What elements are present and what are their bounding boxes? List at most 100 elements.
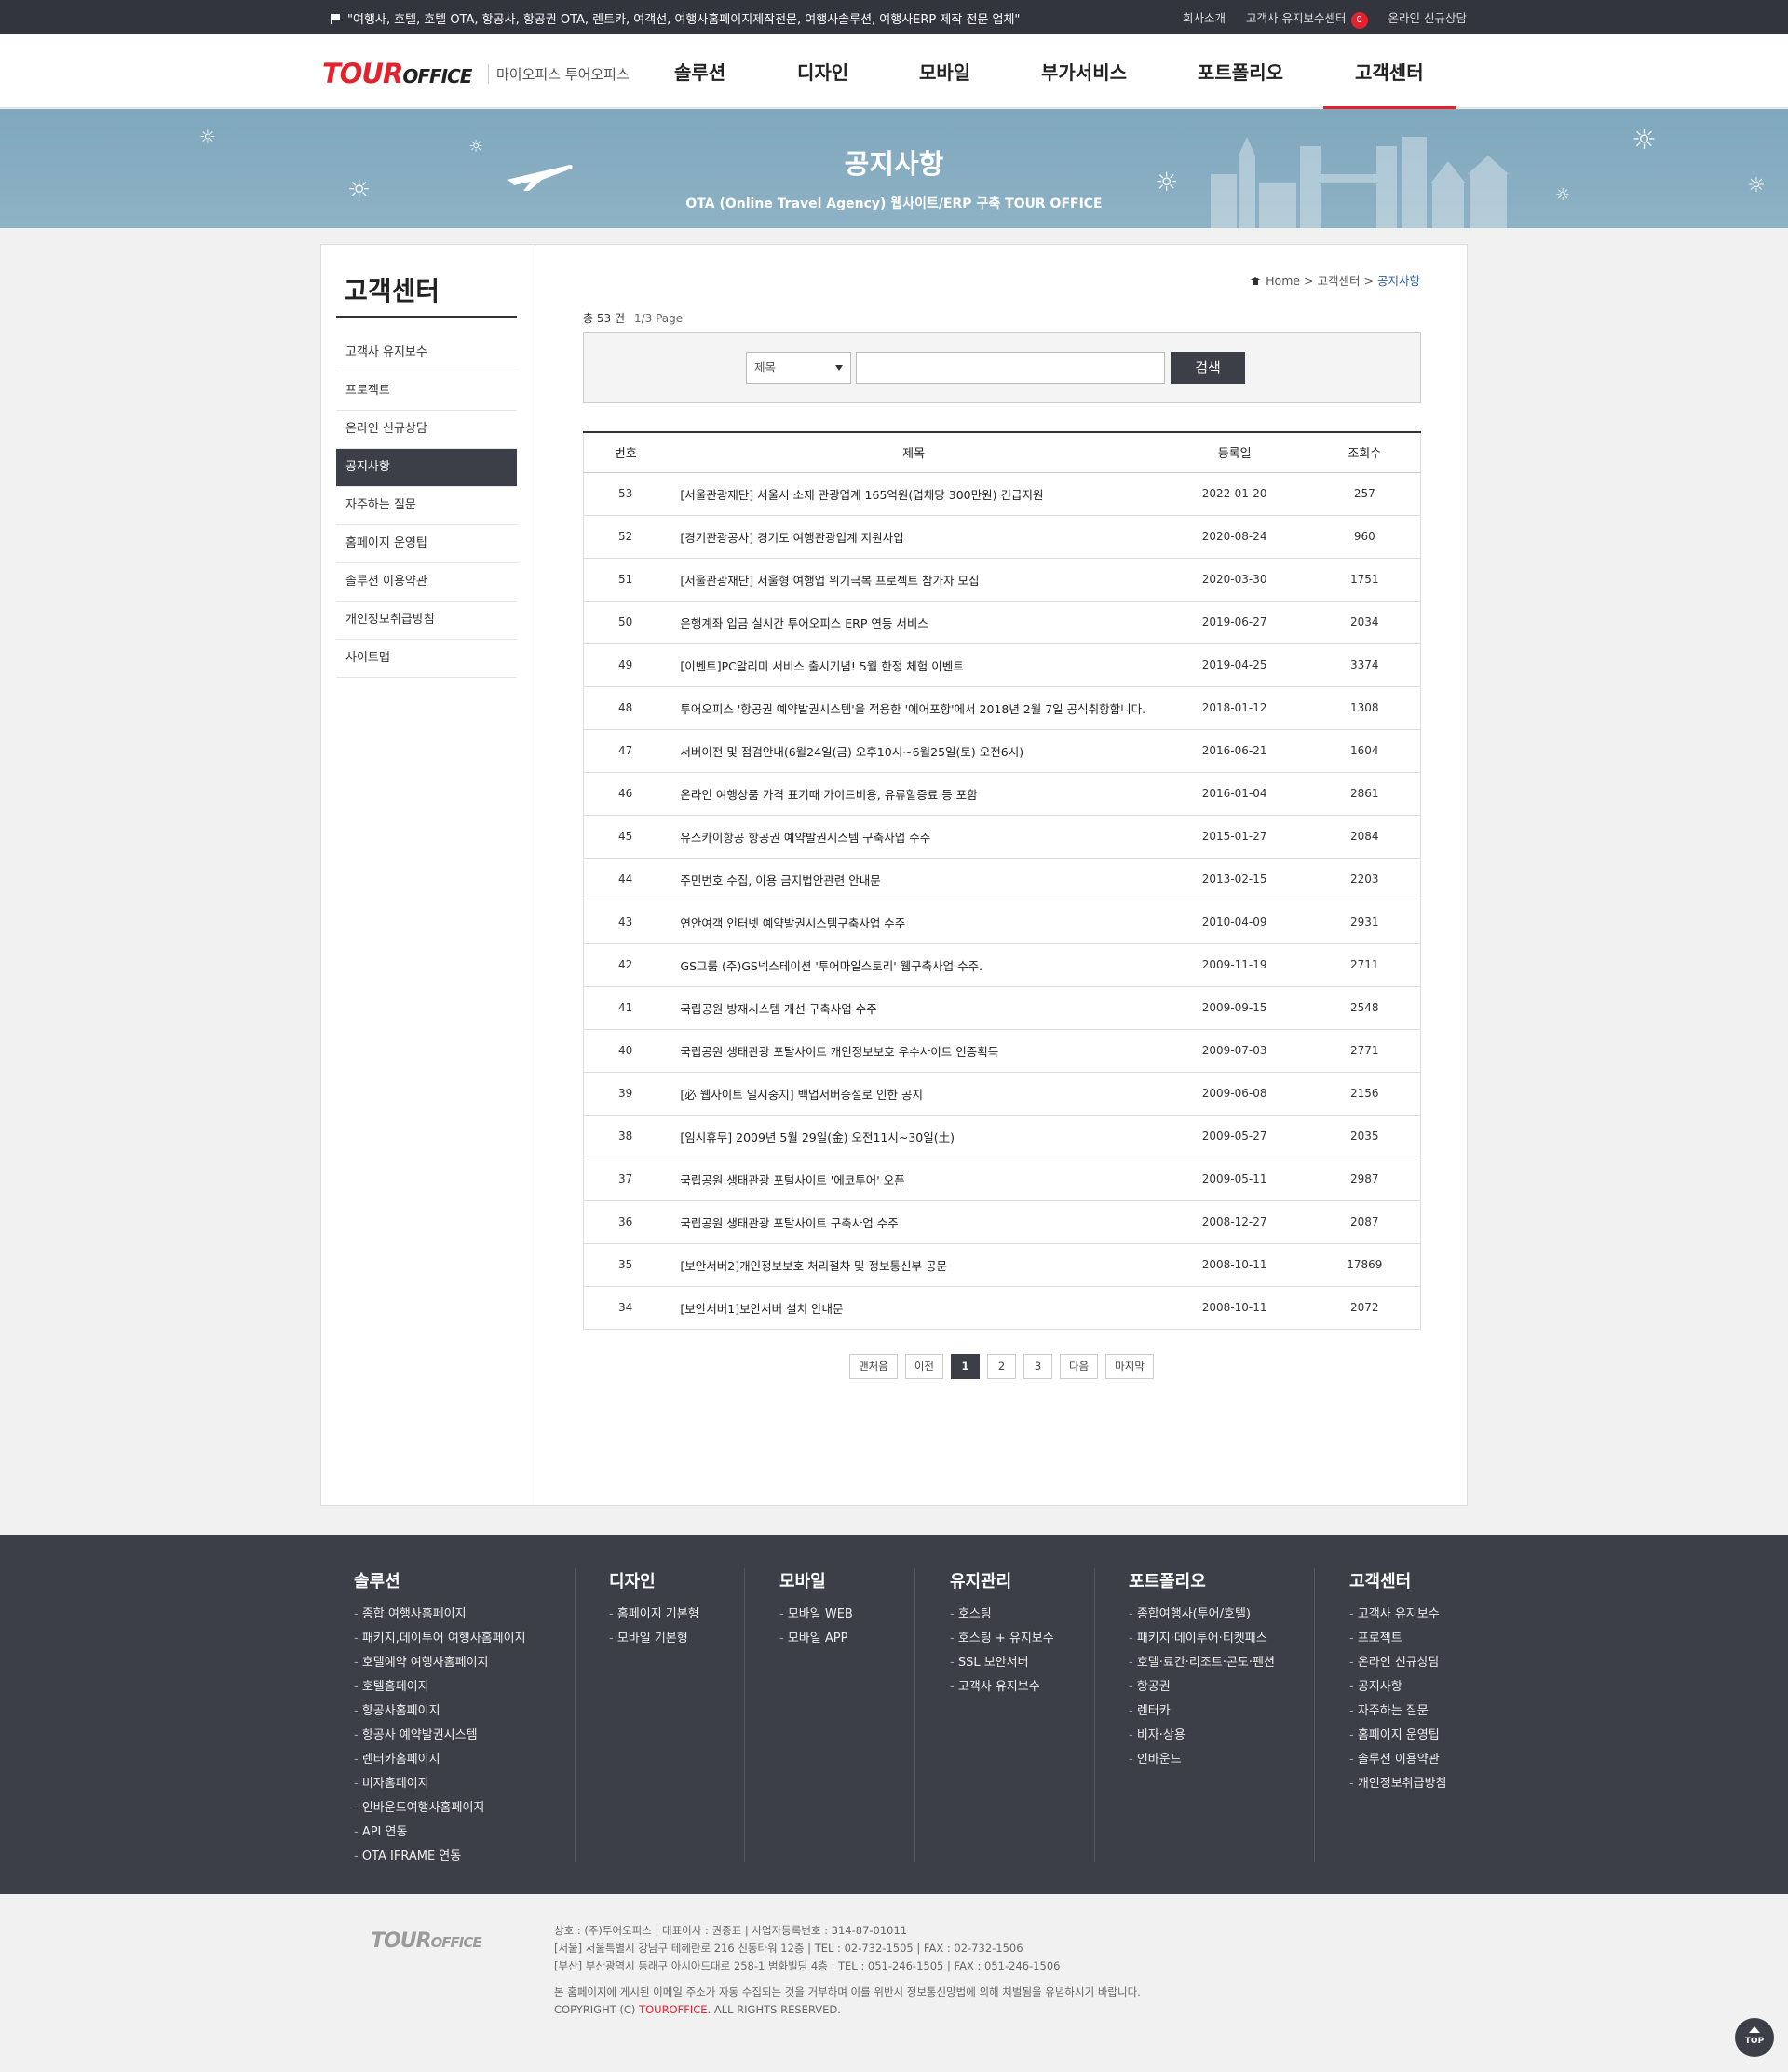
footer-link[interactable]: OTA IFRAME 연동 [354,1845,575,1869]
site-logo[interactable]: TOUROFFICE [322,58,472,89]
cell-title[interactable]: [서울관광재단] 서울형 여행업 위기극복 프로젝트 참가자 모집 [667,558,1160,602]
footer-link[interactable]: 종합여행사(투어/호텔) [1129,1603,1314,1627]
table-row[interactable]: 44 주민번호 수집, 이용 금지법안관련 안내문 2013-02-15 2203 [583,858,1421,901]
cell-title[interactable]: 국립공원 생태관광 포탈사이트 구축사업 수주 [667,1200,1160,1244]
footer-link[interactable]: 패키지·데이투어·티켓패스 [1129,1627,1314,1651]
cell-title[interactable]: 연안여객 인터넷 예약발권시스템구축사업 수주 [667,901,1160,944]
footer-link[interactable]: 비자·상용 [1129,1724,1314,1748]
footer-link[interactable]: 공지사항 [1349,1675,1536,1700]
table-row[interactable]: 52 [경기관광공사] 경기도 여행관광업계 지원사업 2020-08-24 960 [583,515,1421,559]
footer-link[interactable]: 온라인 신규상담 [1349,1651,1536,1675]
page-prev-button[interactable]: 이전 [904,1354,943,1379]
cell-title[interactable]: 국립공원 방재시스템 개선 구축사업 수주 [667,986,1160,1030]
page-number-button[interactable]: 1 [951,1354,980,1379]
cell-title[interactable]: [必 웹사이트 일시중지] 백업서버증설로 인한 공지 [667,1072,1160,1116]
page-number-button[interactable]: 3 [1023,1354,1052,1379]
footer-link[interactable]: 비자홈페이지 [354,1772,575,1796]
cell-title[interactable]: 투어오피스 '항공권 예약발권시스템'을 적용한 '에어포항'에서 2018년 … [667,686,1160,730]
cell-title[interactable]: [서울관광재단] 서울시 소재 관광업계 165억원(업체당 300만원) 긴급… [667,472,1160,516]
table-row[interactable]: 38 [임시휴무] 2009년 5월 29일(金) 오전11시~30일(土) 200… [583,1115,1421,1158]
cell-title[interactable]: 국립공원 생태관광 포탈사이트 개인정보보호 우수사이트 인증획득 [667,1029,1160,1073]
table-row[interactable]: 45 유스카이항공 항공권 예약발권시스템 구축사업 수주 2015-01-27 20… [583,815,1421,859]
breadcrumb-home[interactable]: Home [1266,274,1300,288]
cell-title[interactable]: [보안서버2]개인정보보호 처리절차 및 정보통신부 공문 [667,1243,1160,1287]
cell-title[interactable]: [임시휴무] 2009년 5월 29일(金) 오전11시~30일(土) [667,1115,1160,1158]
footer-link[interactable]: 프로젝트 [1349,1627,1536,1651]
table-row[interactable]: 41 국립공원 방재시스템 개선 구축사업 수주 2009-09-15 2548 [583,986,1421,1030]
cell-title[interactable]: 주민번호 수집, 이용 금지법안관련 안내문 [667,858,1160,901]
table-row[interactable]: 37 국립공원 생태관광 포털사이트 '에코투어' 오픈 2009-05-11 298… [583,1158,1421,1201]
cell-title[interactable]: 서버이전 및 점검안내(6월24일(금) 오후10시~6월25일(토) 오전6시… [667,729,1160,773]
cell-title[interactable]: 국립공원 생태관광 포털사이트 '에코투어' 오픈 [667,1158,1160,1201]
table-row[interactable]: 35 [보안서버2]개인정보보호 처리절차 및 정보통신부 공문 2008-10-1… [583,1243,1421,1287]
footer-link[interactable]: 홈페이지 운영팁 [1349,1724,1536,1748]
table-row[interactable]: 48 투어오피스 '항공권 예약발권시스템'을 적용한 '에어포항'에서 2018… [583,686,1421,730]
table-row[interactable]: 47 서버이전 및 점검안내(6월24일(금) 오후10시~6월25일(토) 오전… [583,729,1421,773]
footer-link[interactable]: 호텔예약 여행사홈페이지 [354,1651,575,1675]
nav-solution[interactable]: 솔루션 [674,58,725,85]
cell-title[interactable]: GS그룹 (주)GS넥스테이션 '투어마일스토리' 웹구축사업 수주. [667,943,1160,987]
page-first-button[interactable]: 맨처음 [849,1354,898,1379]
table-row[interactable]: 42 GS그룹 (주)GS넥스테이션 '투어마일스토리' 웹구축사업 수주. 200… [583,943,1421,987]
side-menu-item-notice[interactable]: 공지사항 [336,449,517,487]
footer-link[interactable]: 고객사 유지보수 [950,1675,1094,1700]
breadcrumb-level1[interactable]: 고객센터 [1318,274,1361,288]
footer-link[interactable]: 항공권 [1129,1675,1314,1700]
footer-link[interactable]: 모바일 WEB [779,1603,914,1627]
nav-customer-center[interactable]: 고객센터 [1323,58,1456,109]
search-input[interactable] [856,352,1165,384]
side-menu-item-terms[interactable]: 솔루션 이용약관 [336,563,517,602]
cell-title[interactable]: 은행계좌 입금 실시간 투어오피스 ERP 연동 서비스 [667,601,1160,644]
table-row[interactable]: 39 [必 웹사이트 일시중지] 백업서버증설로 인한 공지 2009-06-08 2… [583,1072,1421,1116]
footer-link[interactable]: API 연동 [354,1821,575,1845]
footer-link[interactable]: 모바일 기본형 [609,1627,744,1651]
table-row[interactable]: 53 [서울관광재단] 서울시 소재 관광업계 165억원(업체당 300만원) … [583,472,1421,516]
table-row[interactable]: 43 연안여객 인터넷 예약발권시스템구축사업 수주 2010-04-09 2931 [583,901,1421,944]
footer-link[interactable]: 인바운드여행사홈페이지 [354,1796,575,1821]
footer-link[interactable]: 인바운드 [1129,1748,1314,1772]
nav-design[interactable]: 디자인 [797,58,848,85]
link-maintenance-center[interactable]: 고객사 유지보수센터 [1246,11,1346,25]
page-number-button[interactable]: 2 [987,1354,1016,1379]
footer-link[interactable]: 렌터카홈페이지 [354,1748,575,1772]
cell-title[interactable]: 유스카이항공 항공권 예약발권시스템 구축사업 수주 [667,815,1160,859]
side-menu-item-maintenance[interactable]: 고객사 유지보수 [336,334,517,372]
cell-title[interactable]: 온라인 여행상품 가격 표기때 가이드비용, 유류할증료 등 포함 [667,772,1160,816]
side-menu-item-sitemap[interactable]: 사이트맵 [336,640,517,678]
footer-link[interactable]: 모바일 APP [779,1627,914,1651]
footer-link[interactable]: 항공사홈페이지 [354,1700,575,1724]
search-field-select[interactable]: 제목 [746,352,851,384]
footer-link[interactable]: 호스팅 + 유지보수 [950,1627,1094,1651]
link-company-intro[interactable]: 회사소개 [1183,11,1226,25]
table-row[interactable]: 50 은행계좌 입금 실시간 투어오피스 ERP 연동 서비스 2019-06-27… [583,601,1421,644]
side-menu-item-project[interactable]: 프로젝트 [336,372,517,411]
table-row[interactable]: 46 온라인 여행상품 가격 표기때 가이드비용, 유류할증료 등 포함 2016-… [583,772,1421,816]
footer-link[interactable]: 홈페이지 기본형 [609,1603,744,1627]
link-online-consult[interactable]: 온라인 신규상담 [1388,11,1467,25]
footer-link[interactable]: 개인정보취급방침 [1349,1772,1536,1796]
footer-link[interactable]: 항공사 예약발권시스템 [354,1724,575,1748]
search-button[interactable]: 검색 [1171,352,1245,384]
cell-title[interactable]: [이벤트]PC알리미 서비스 출시기념! 5월 한정 체험 이벤트 [667,643,1160,687]
side-menu-item-privacy[interactable]: 개인정보취급방침 [336,602,517,640]
footer-link[interactable]: 고객사 유지보수 [1349,1603,1536,1627]
table-row[interactable]: 34 [보안서버1]보안서버 설치 안내문 2008-10-11 2072 [583,1286,1421,1330]
nav-mobile[interactable]: 모바일 [919,58,970,85]
footer-link[interactable]: 호스팅 [950,1603,1094,1627]
footer-link[interactable]: 호텔·료칸·리조트·콘도·펜션 [1129,1651,1314,1675]
cell-title[interactable]: [경기관광공사] 경기도 여행관광업계 지원사업 [667,515,1160,559]
side-menu-item-online-consult[interactable]: 온라인 신규상담 [336,411,517,449]
table-row[interactable]: 36 국립공원 생태관광 포탈사이트 구축사업 수주 2008-12-27 2087 [583,1200,1421,1244]
footer-link[interactable]: 패키지,데이투어 여행사홈페이지 [354,1627,575,1651]
side-menu-item-faq[interactable]: 자주하는 질문 [336,487,517,525]
cell-title[interactable]: [보안서버1]보안서버 설치 안내문 [667,1286,1160,1330]
scroll-top-button[interactable]: TOP [1735,2018,1774,2057]
page-next-button[interactable]: 다음 [1060,1354,1099,1379]
footer-link[interactable]: 솔루션 이용약관 [1349,1748,1536,1772]
side-menu-item-tips[interactable]: 홈페이지 운영팁 [336,525,517,563]
nav-portfolio[interactable]: 포트폴리오 [1198,58,1283,85]
footer-link[interactable]: 종합 여행사홈페이지 [354,1603,575,1627]
footer-link[interactable]: 호텔홈페이지 [354,1675,575,1700]
page-last-button[interactable]: 마지막 [1105,1354,1154,1379]
table-row[interactable]: 40 국립공원 생태관광 포탈사이트 개인정보보호 우수사이트 인증획득 2009-… [583,1029,1421,1073]
